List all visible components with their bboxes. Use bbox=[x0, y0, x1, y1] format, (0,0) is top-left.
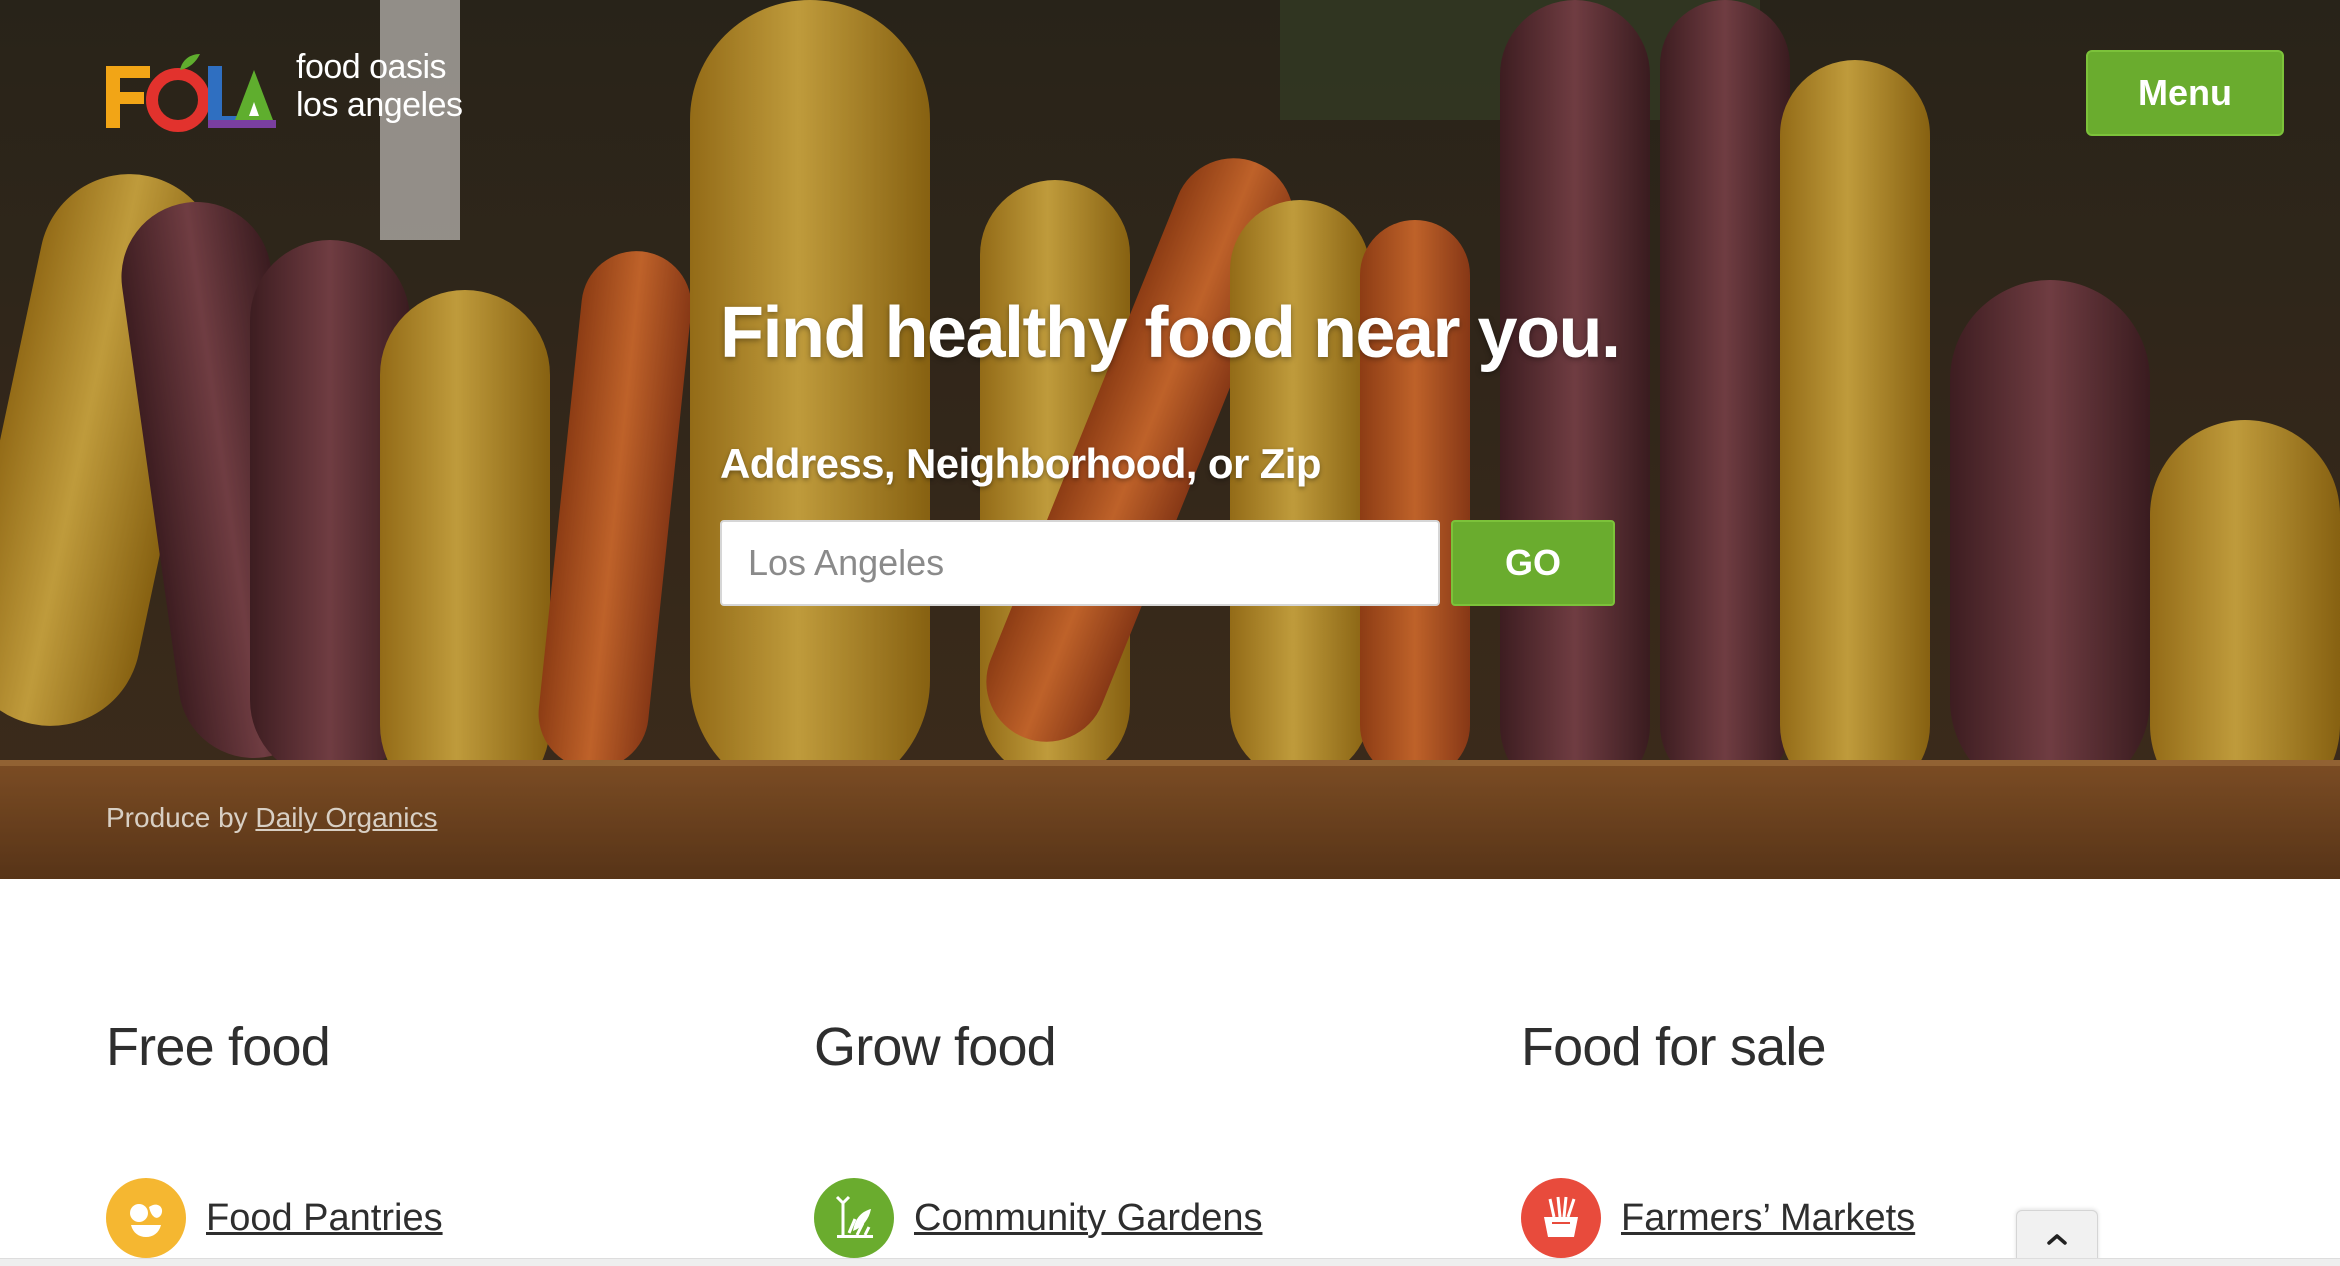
logo-wordmark: food oasis los angeles bbox=[296, 48, 463, 124]
category-link-row[interactable]: Farmers’ Markets bbox=[1521, 1178, 1915, 1258]
go-button[interactable]: GO bbox=[1451, 520, 1615, 606]
fola-logo-icon bbox=[106, 54, 276, 132]
category-heading: Free food bbox=[106, 1017, 331, 1077]
location-search-input[interactable] bbox=[720, 520, 1440, 606]
site-logo[interactable]: food oasis los angeles bbox=[104, 36, 463, 136]
logo-name-line1: food oasis bbox=[296, 48, 446, 86]
community-gardens-link[interactable]: Community Gardens bbox=[914, 1197, 1262, 1240]
photo-credit-link[interactable]: Daily Organics bbox=[255, 802, 437, 833]
hero-headline: Find healthy food near you. bbox=[720, 293, 1621, 373]
category-free-food: Free food Food Pantries bbox=[106, 1016, 443, 1258]
food-pantries-link[interactable]: Food Pantries bbox=[206, 1197, 443, 1240]
photo-credit-prefix: Produce by bbox=[106, 802, 248, 833]
community-garden-icon bbox=[814, 1178, 894, 1258]
logo-name-line2: los angeles bbox=[296, 86, 463, 124]
category-heading: Food for sale bbox=[1521, 1017, 1827, 1077]
category-food-for-sale: Food for sale Farmers’ Markets bbox=[1521, 1016, 1915, 1258]
category-link-row[interactable]: Community Gardens bbox=[814, 1178, 1262, 1258]
chevron-up-icon bbox=[2047, 1233, 2067, 1245]
window-bottom-edge bbox=[0, 1258, 2340, 1266]
photo-credit: Produce by Daily Organics bbox=[106, 802, 437, 834]
farmers-markets-link[interactable]: Farmers’ Markets bbox=[1621, 1197, 1915, 1240]
category-grow-food: Grow food Community Gardens bbox=[814, 1016, 1262, 1258]
farmers-market-icon bbox=[1521, 1178, 1601, 1258]
category-heading: Grow food bbox=[814, 1017, 1057, 1077]
category-link-row[interactable]: Food Pantries bbox=[106, 1178, 443, 1258]
search-label: Address, Neighborhood, or Zip bbox=[720, 440, 1322, 487]
menu-button[interactable]: Menu bbox=[2086, 50, 2284, 136]
food-pantry-icon bbox=[106, 1178, 186, 1258]
